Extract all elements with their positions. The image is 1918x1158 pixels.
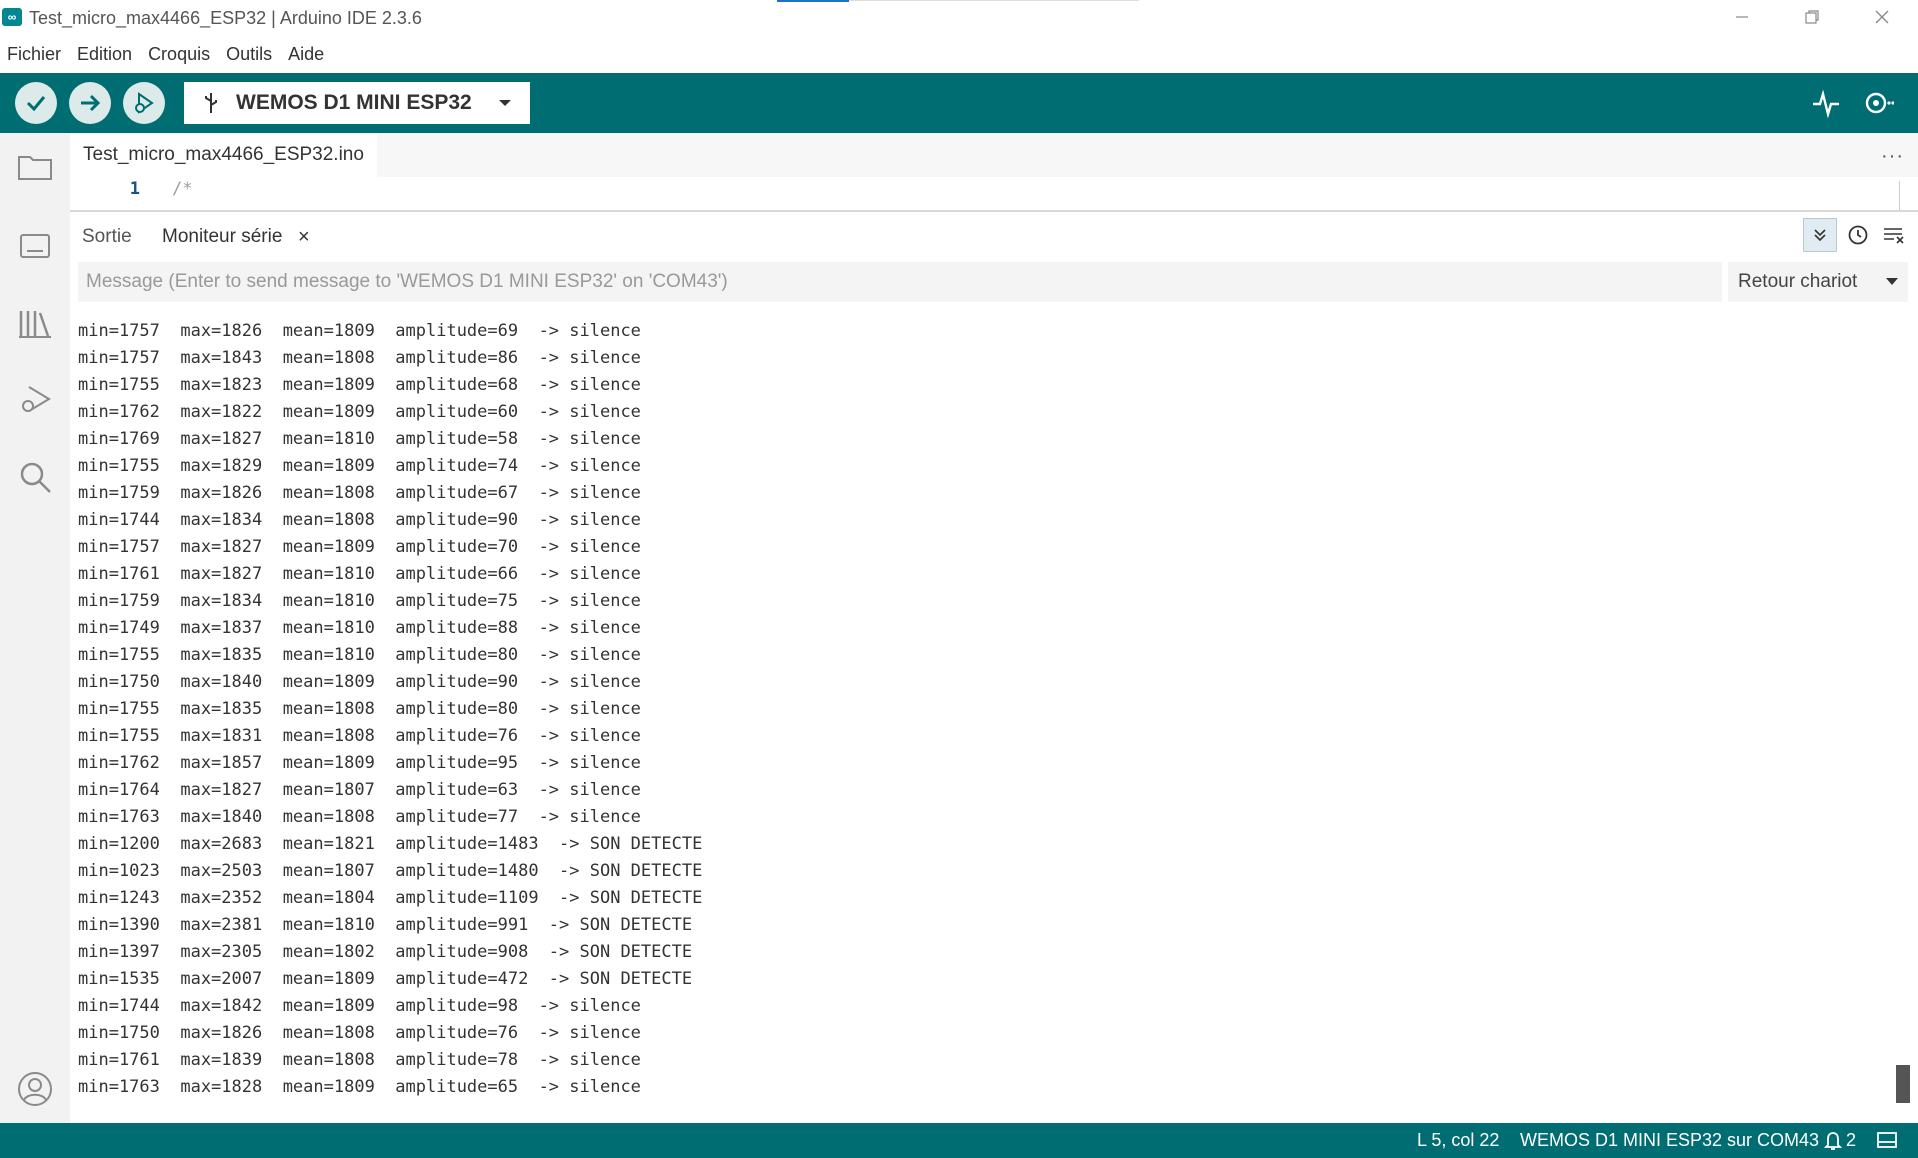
- menu-bar: Fichier Edition Croquis Outils Aide: [0, 36, 1918, 72]
- serial-line: min=1759 max=1826 mean=1808 amplitude=67…: [78, 483, 641, 503]
- serial-line: min=1243 max=2352 mean=1804 amplitude=11…: [78, 888, 703, 908]
- serial-line: min=1755 max=1831 mean=1808 amplitude=76…: [78, 726, 641, 746]
- serial-line: min=1750 max=1826 mean=1808 amplitude=76…: [78, 1023, 641, 1043]
- serial-line: min=1761 max=1827 mean=1810 amplitude=66…: [78, 564, 641, 584]
- chevron-down-icon: [1886, 278, 1898, 285]
- serial-line: min=1750 max=1840 mean=1809 amplitude=90…: [78, 672, 641, 692]
- account-icon[interactable]: [15, 1069, 55, 1109]
- cursor-position[interactable]: L 5, col 22: [1417, 1130, 1499, 1151]
- tab-serial-monitor[interactable]: Moniteur série: [162, 226, 282, 248]
- clear-output-button[interactable]: [1877, 218, 1911, 252]
- activity-sidebar: [0, 133, 70, 1123]
- serial-line: min=1749 max=1837 mean=1810 amplitude=88…: [78, 618, 641, 638]
- serial-plotter-icon[interactable]: [1810, 87, 1842, 119]
- serial-line: min=1200 max=2683 mean=1821 amplitude=14…: [78, 834, 703, 854]
- serial-line: min=1744 max=1842 mean=1809 amplitude=98…: [78, 996, 641, 1016]
- output-scrollbar-thumb[interactable]: [1896, 1065, 1910, 1103]
- serial-line: min=1759 max=1834 mean=1810 amplitude=75…: [78, 591, 641, 611]
- board-name: WEMOS D1 MINI ESP32: [236, 91, 472, 114]
- serial-line: min=1762 max=1822 mean=1809 amplitude=60…: [78, 402, 641, 422]
- board-manager-icon[interactable]: [15, 225, 55, 265]
- serial-line: min=1755 max=1835 mean=1808 amplitude=80…: [78, 699, 641, 719]
- serial-line: min=1755 max=1823 mean=1809 amplitude=68…: [78, 375, 641, 395]
- board-port-status[interactable]: WEMOS D1 MINI ESP32 sur COM43: [1520, 1130, 1819, 1151]
- menu-croquis[interactable]: Croquis: [140, 44, 218, 65]
- debug-icon[interactable]: [15, 379, 55, 419]
- board-selector[interactable]: WEMOS D1 MINI ESP32: [184, 82, 530, 124]
- more-actions-icon[interactable]: ···: [1881, 145, 1904, 168]
- serial-line: min=1762 max=1857 mean=1809 amplitude=95…: [78, 753, 641, 773]
- serial-line: min=1763 max=1840 mean=1808 amplitude=77…: [78, 807, 641, 827]
- code-editor[interactable]: 1 /*: [70, 177, 1918, 211]
- line-ending-select[interactable]: Retour chariot: [1728, 262, 1908, 302]
- line-ending-value: Retour chariot: [1738, 271, 1858, 292]
- menu-outils[interactable]: Outils: [218, 44, 280, 65]
- menu-aide[interactable]: Aide: [280, 44, 332, 65]
- arduino-logo-icon: ∞: [2, 8, 22, 26]
- serial-monitor-icon[interactable]: [1862, 87, 1894, 119]
- message-input[interactable]: [78, 262, 1722, 302]
- serial-line: min=1755 max=1835 mean=1810 amplitude=80…: [78, 645, 641, 665]
- verify-button[interactable]: [15, 82, 57, 124]
- serial-line: min=1397 max=2305 mean=1802 amplitude=90…: [78, 942, 693, 962]
- chevron-down-icon: [499, 100, 511, 106]
- serial-line: min=1757 max=1826 mean=1809 amplitude=69…: [78, 321, 641, 341]
- code-scrollbar[interactable]: [1899, 181, 1918, 211]
- serial-line: min=1757 max=1827 mean=1809 amplitude=70…: [78, 537, 641, 557]
- close-icon: [1875, 10, 1889, 24]
- taskbar-indicator: [777, 0, 849, 2]
- notification-count: 2: [1846, 1130, 1857, 1150]
- check-icon: [26, 96, 46, 112]
- menu-fichier[interactable]: Fichier: [0, 44, 69, 65]
- autoscroll-toggle[interactable]: [1803, 218, 1837, 252]
- serial-line: min=1755 max=1829 mean=1809 amplitude=74…: [78, 456, 641, 476]
- toolbar: WEMOS D1 MINI ESP32: [0, 73, 1918, 133]
- status-bar: L 5, col 22 WEMOS D1 MINI ESP32 sur COM4…: [0, 1123, 1918, 1158]
- serial-line: min=1769 max=1827 mean=1810 amplitude=58…: [78, 429, 641, 449]
- serial-line: min=1023 max=2503 mean=1807 amplitude=14…: [78, 861, 703, 881]
- taskbar-divider: [849, 0, 1139, 1]
- bottom-panel-tabs: Sortie Moniteur série ×: [70, 212, 1918, 262]
- window-title: Test_micro_max4466_ESP32 | Arduino IDE 2…: [29, 8, 422, 28]
- folder-icon[interactable]: [15, 147, 55, 187]
- close-tab-icon[interactable]: ×: [298, 226, 310, 249]
- upload-button[interactable]: [69, 82, 111, 124]
- debug-button[interactable]: [123, 82, 165, 124]
- editor-tab-bar: Test_micro_max4466_ESP32.ino ···: [70, 133, 1918, 177]
- serial-line: min=1763 max=1828 mean=1809 amplitude=65…: [78, 1077, 641, 1097]
- library-icon[interactable]: [15, 303, 55, 343]
- title-bar: ∞ Test_micro_max4466_ESP32 | Arduino IDE…: [0, 0, 1918, 34]
- search-icon[interactable]: [15, 457, 55, 497]
- serial-line: min=1390 max=2381 mean=1810 amplitude=99…: [78, 915, 693, 935]
- toggle-panel-icon[interactable]: [1876, 1129, 1898, 1151]
- minimize-button[interactable]: [1712, 0, 1772, 34]
- code-line: /*: [172, 179, 193, 199]
- clear-all-icon: [1884, 228, 1904, 244]
- line-number: 1: [129, 179, 140, 199]
- restore-button[interactable]: [1782, 0, 1842, 34]
- serial-line: min=1535 max=2007 mean=1809 amplitude=47…: [78, 969, 693, 989]
- timestamp-toggle[interactable]: [1841, 218, 1875, 252]
- arrow-right-icon: [81, 94, 101, 112]
- debug-icon: [135, 92, 154, 114]
- double-chevron-down-icon: [1814, 229, 1826, 242]
- file-tab[interactable]: Test_micro_max4466_ESP32.ino: [70, 133, 377, 177]
- close-window-button[interactable]: [1852, 0, 1912, 34]
- minimize-icon: [1736, 16, 1748, 18]
- restore-icon: [1805, 10, 1819, 24]
- message-row: Retour chariot: [78, 262, 1908, 302]
- bell-icon[interactable]: [1822, 1129, 1844, 1151]
- tab-output[interactable]: Sortie: [82, 226, 132, 248]
- usb-icon: [205, 93, 217, 113]
- serial-line: min=1757 max=1843 mean=1808 amplitude=86…: [78, 348, 641, 368]
- serial-line: min=1761 max=1839 mean=1808 amplitude=78…: [78, 1050, 641, 1070]
- serial-output[interactable]: min=1757 max=1826 mean=1809 amplitude=69…: [78, 318, 1878, 1100]
- menu-edition[interactable]: Edition: [69, 44, 140, 65]
- clock-icon: [1848, 225, 1868, 245]
- serial-line: min=1764 max=1827 mean=1807 amplitude=63…: [78, 780, 641, 800]
- serial-line: min=1744 max=1834 mean=1808 amplitude=90…: [78, 510, 641, 530]
